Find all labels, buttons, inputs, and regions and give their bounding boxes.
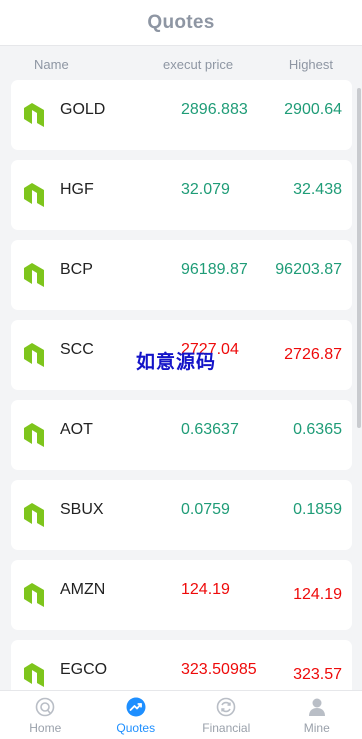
quote-highest: 323.57 — [293, 666, 342, 683]
quote-highest: 124.19 — [293, 586, 342, 603]
coin-logo-icon — [24, 663, 44, 687]
quote-symbol: BCP — [60, 261, 93, 278]
quote-price: 124.19 — [181, 581, 230, 598]
column-price-label: execut price — [163, 57, 234, 72]
coin-logo-icon — [24, 183, 44, 207]
coin-logo-icon — [24, 103, 44, 127]
coin-logo-icon — [24, 343, 44, 367]
quote-highest: 96203.87 — [275, 261, 342, 278]
quote-symbol: GOLD — [60, 101, 106, 118]
coin-logo-icon — [24, 423, 44, 447]
quote-highest: 2900.64 — [284, 101, 342, 118]
tab-financial[interactable]: Financial — [181, 691, 272, 739]
quote-price: 2896.883 — [181, 101, 248, 118]
home-icon — [35, 697, 55, 717]
tab-mine[interactable]: Mine — [272, 691, 362, 739]
tab-home-label: Home — [29, 721, 62, 735]
quote-row-amzn[interactable]: AMZN 124.19 124.19 — [11, 560, 352, 630]
column-header: Name execut price Highest — [0, 46, 362, 82]
user-icon — [308, 698, 325, 716]
quote-row-aot[interactable]: AOT 0.63637 0.6365 — [11, 400, 352, 470]
quote-price: 0.63637 — [181, 421, 239, 438]
tab-quotes[interactable]: Quotes — [91, 691, 182, 739]
bottom-tab-bar: Home Quotes Financial Mine — [0, 690, 362, 739]
tab-financial-label: Financial — [202, 721, 251, 735]
coin-logo-icon — [24, 263, 44, 287]
coin-logo-icon — [24, 583, 44, 607]
quote-price: 323.50985 — [181, 661, 257, 678]
financial-icon — [216, 697, 236, 717]
page-title: Quotes — [147, 11, 215, 33]
quote-price: 96189.87 — [181, 261, 248, 278]
quote-symbol: SBUX — [60, 501, 104, 518]
top-bar: Quotes — [0, 0, 362, 46]
quote-row-egco[interactable]: EGCO 323.50985 323.57 — [11, 640, 352, 690]
quote-row-gold[interactable]: GOLD 2896.883 2900.64 — [11, 80, 352, 150]
quote-symbol: EGCO — [60, 661, 108, 678]
coin-logo-icon — [24, 503, 44, 527]
quote-highest: 32.438 — [293, 181, 342, 198]
quote-row-hgf[interactable]: HGF 32.079 32.438 — [11, 160, 352, 230]
tab-mine-label: Mine — [303, 721, 330, 735]
quote-symbol: AOT — [60, 421, 93, 438]
quote-row-sbux[interactable]: SBUX 0.0759 0.1859 — [11, 480, 352, 550]
column-highest-label: Highest — [288, 57, 333, 72]
scrollbar[interactable] — [357, 88, 361, 428]
column-name-label: Name — [34, 57, 69, 72]
quote-price: 0.0759 — [181, 501, 230, 518]
tab-quotes-label: Quotes — [116, 721, 156, 735]
tab-home[interactable]: Home — [0, 691, 91, 739]
quote-highest: 2726.87 — [284, 346, 342, 363]
quotes-trend-icon — [126, 697, 146, 717]
quote-highest: 0.6365 — [293, 421, 342, 438]
quote-list: GOLD 2896.883 2900.64 HGF 32.079 32.438 … — [0, 80, 362, 690]
quote-symbol: AMZN — [60, 581, 106, 598]
watermark-text: 如意源码 — [136, 351, 217, 373]
quote-price: 32.079 — [181, 181, 230, 198]
quote-highest: 0.1859 — [293, 501, 342, 518]
quote-symbol: HGF — [60, 181, 94, 198]
quote-symbol: SCC — [60, 341, 94, 358]
quote-row-bcp[interactable]: BCP 96189.87 96203.87 — [11, 240, 352, 310]
